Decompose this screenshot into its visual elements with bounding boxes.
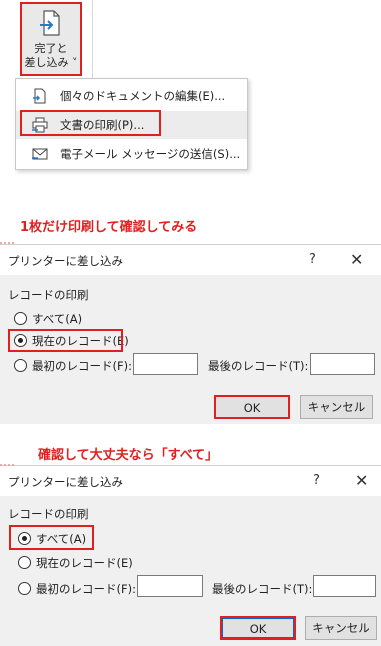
dialog-titlebar: プリンターに差し込み ? ✕ [0,466,381,496]
last-record-label: 最後のレコード(T): [212,582,313,596]
radio-first-label: 最初のレコード(F): [32,359,132,373]
menu-item-label: 個々のドキュメントの編集(E)... [60,89,226,103]
ok-button[interactable]: OK [214,395,290,419]
menu-item-send-email[interactable]: 電子メール メッセージの送信(S)... [16,140,247,168]
radio-all-button[interactable] [14,312,27,325]
finish-and-merge-button[interactable]: 完了と 差し込み ˅ [20,2,82,76]
caption-print-all: 確認して大丈夫なら「すべて」 [38,448,219,463]
radio-all-label: すべて(A) [32,312,83,326]
document-edit-icon [33,88,46,104]
menu-item-label: 電子メール メッセージの送信(S)... [60,147,241,161]
last-record-input[interactable] [310,353,375,375]
radio-current-button[interactable] [18,556,31,569]
group-label: レコードの印刷 [8,507,89,521]
finish-merge-label-line2: 差し込み ˅ [24,56,78,69]
radio-first-button[interactable] [18,582,31,595]
last-record-label: 最後のレコード(T): [208,359,309,373]
caption-print-one: 1枚だけ印刷して確認してみる [20,220,198,235]
ok-button[interactable]: OK [220,616,296,640]
dialog-title: プリンターに差し込み [8,475,123,489]
close-button[interactable]: ✕ [355,471,368,490]
cancel-button[interactable]: キャンセル [305,616,377,640]
close-button[interactable]: ✕ [350,250,363,269]
help-button[interactable]: ? [313,473,320,488]
dialog-title: プリンターに差し込み [8,254,123,268]
dialog-titlebar: プリンターに差し込み ? ✕ [0,245,381,275]
envelope-icon [32,148,48,160]
ribbon-separator [92,0,93,80]
highlight-print-item [20,110,161,136]
finish-merge-icon [40,10,60,36]
first-record-input[interactable] [133,353,198,375]
print-merge-dialog-1: プリンターに差し込み ? ✕ レコードの印刷 すべて(A) 現在のレコード(E)… [0,242,381,424]
last-record-input[interactable] [313,575,376,597]
help-button[interactable]: ? [309,252,316,267]
cancel-button[interactable]: キャンセル [300,395,373,419]
finish-merge-label-line1: 完了と [34,42,68,55]
radio-first-button[interactable] [14,359,27,372]
print-merge-dialog-2: プリンターに差し込み ? ✕ レコードの印刷 すべて(A) 現在のレコード(E)… [0,464,381,646]
radio-current-label: 現在のレコード(E) [36,556,133,570]
highlight-all [9,525,94,550]
first-record-input[interactable] [137,575,203,597]
menu-item-edit-individual[interactable]: 個々のドキュメントの編集(E)... [16,82,247,110]
highlight-current-record [8,329,123,352]
radio-first-label: 最初のレコード(F): [36,582,136,596]
group-label: レコードの印刷 [8,288,89,302]
